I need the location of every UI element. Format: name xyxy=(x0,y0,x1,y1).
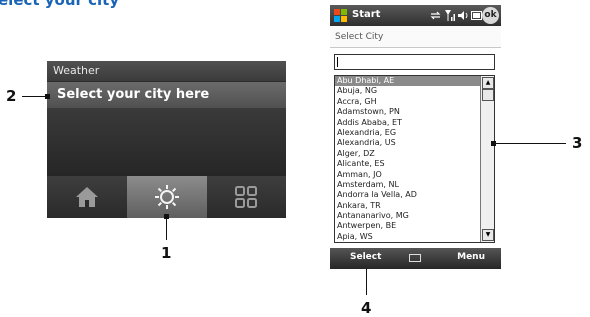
city-list-item[interactable]: Ankara, TR xyxy=(335,201,482,211)
connectivity-icon[interactable] xyxy=(430,10,441,21)
city-list-item[interactable]: Antananarivo, MG xyxy=(335,211,482,221)
tab-weather[interactable] xyxy=(127,176,207,218)
ok-button[interactable]: ok xyxy=(482,7,499,24)
weather-panel: Weather Select your city here xyxy=(47,61,286,218)
tab-home[interactable] xyxy=(47,176,127,218)
select-softkey[interactable]: Select xyxy=(350,252,381,262)
city-list-item[interactable]: Alexandria, US xyxy=(335,138,482,148)
callout-1-line xyxy=(166,218,167,240)
city-search-input[interactable] xyxy=(334,54,495,70)
city-list-item[interactable]: Alger, DZ xyxy=(335,149,482,159)
city-list-item[interactable]: Antwerpen, BE xyxy=(335,221,482,231)
volume-icon[interactable] xyxy=(458,10,470,21)
scroll-thumb[interactable] xyxy=(482,89,494,101)
callout-2-label: 2 xyxy=(6,87,17,105)
callout-2-dot xyxy=(45,94,50,99)
grid-icon xyxy=(235,186,257,208)
scrollbar[interactable]: ▲ ▼ xyxy=(480,76,494,242)
signal-icon[interactable] xyxy=(445,9,456,22)
weather-body xyxy=(47,108,286,176)
city-list-item[interactable]: Amman, JO xyxy=(335,170,482,180)
select-city-row[interactable]: Select your city here xyxy=(47,82,286,108)
taskbar: Start ok xyxy=(330,5,501,26)
weather-tab-bar xyxy=(47,176,286,218)
callout-4-label: 4 xyxy=(361,299,372,317)
scroll-down-button[interactable]: ▼ xyxy=(482,229,494,241)
tab-apps[interactable] xyxy=(206,176,286,218)
city-list-item[interactable]: Amsterdam, NL xyxy=(335,180,482,190)
city-list[interactable]: Abu Dhabi, AE Abuja, NG Accra, GH Adamstown… xyxy=(334,75,495,243)
city-list-item[interactable]: Andorra la Vella, AD xyxy=(335,190,482,200)
softkey-bar: Select Menu xyxy=(330,248,501,269)
page-title: Select City xyxy=(330,26,501,48)
callout-1-label: 1 xyxy=(161,244,172,262)
callout-3-label: 3 xyxy=(572,134,583,152)
city-list-item[interactable]: Alexandria, EG xyxy=(335,128,482,138)
windows-flag-icon[interactable] xyxy=(333,8,348,23)
callout-3-line xyxy=(496,143,566,144)
callout-4-line xyxy=(366,269,367,295)
keyboard-icon[interactable] xyxy=(409,254,421,262)
city-list-item[interactable]: Alicante, ES xyxy=(335,159,482,169)
city-list-item[interactable]: Abuja, NG xyxy=(335,86,482,96)
page-heading: elect your city xyxy=(0,0,120,9)
phone-screen: Start ok Select City Abu Dhabi, AE Abuja,… xyxy=(330,5,501,269)
weather-header: Weather xyxy=(47,61,286,81)
menu-softkey[interactable]: Menu xyxy=(457,252,485,262)
city-list-item[interactable]: Addis Ababa, ET xyxy=(335,118,482,128)
text-caret xyxy=(337,57,338,67)
home-icon xyxy=(76,187,98,207)
callout-2-line xyxy=(22,96,47,97)
city-list-item[interactable]: Accra, GH xyxy=(335,97,482,107)
scroll-up-button[interactable]: ▲ xyxy=(482,77,494,89)
city-list-item[interactable]: Adamstown, PN xyxy=(335,107,482,117)
sun-icon xyxy=(155,185,179,209)
city-list-item[interactable]: Apia, WS xyxy=(335,232,482,242)
start-label[interactable]: Start xyxy=(352,9,380,20)
city-list-item[interactable]: Abu Dhabi, AE xyxy=(335,76,482,87)
